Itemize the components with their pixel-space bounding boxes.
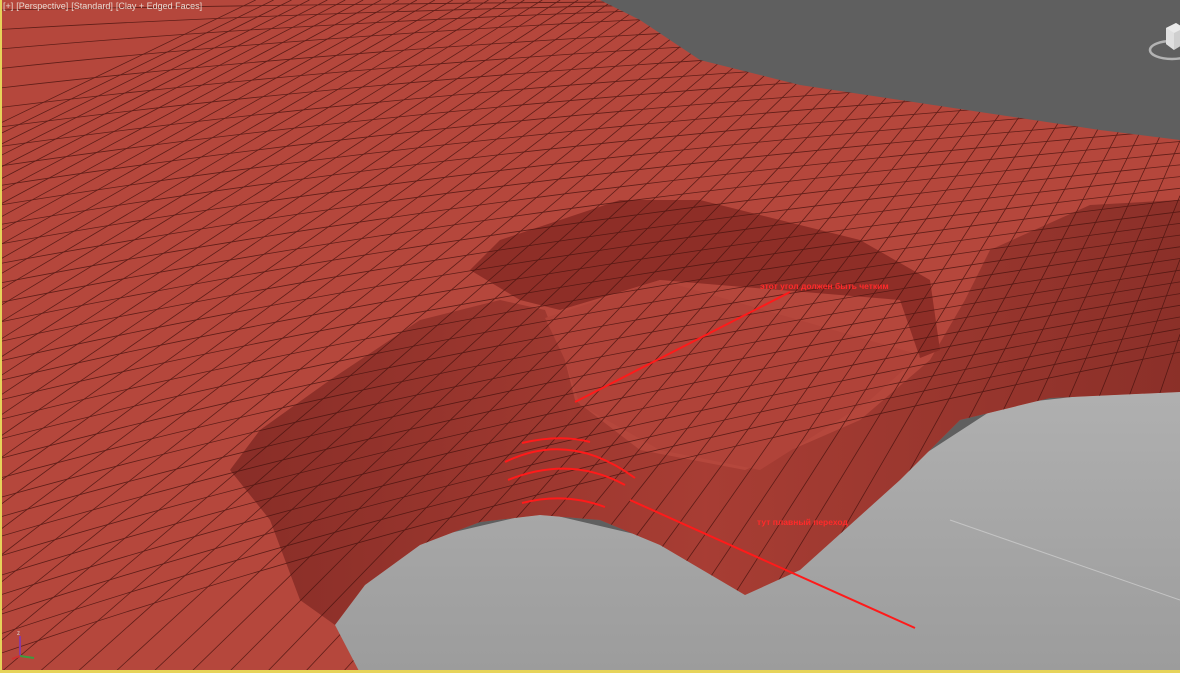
active-viewport-border-left: [0, 0, 2, 673]
axis-gizmo: z: [11, 631, 35, 660]
viewport-label-menu: [+] [Perspective] [Standard] [Clay + Edged …: [3, 1, 205, 11]
viewport-menu-shading[interactable]: [Clay + Edged Faces]: [116, 1, 202, 11]
mesh-scene[interactable]: [0, 0, 1180, 673]
sharp-corner-note: этот угол должен быть четким: [760, 281, 889, 291]
viewport-menu-plus[interactable]: [+]: [3, 1, 13, 11]
z-axis-label: z: [17, 631, 20, 637]
viewcube-icon[interactable]: [1146, 20, 1180, 68]
y-axis: [19, 655, 35, 659]
perspective-viewport[interactable]: [+] [Perspective] [Standard] [Clay + Edged …: [0, 0, 1180, 673]
viewport-menu-perspective[interactable]: [Perspective]: [16, 1, 68, 11]
viewport-menu-standard[interactable]: [Standard]: [71, 1, 113, 11]
smooth-transition-note: тут плавный переход: [757, 517, 848, 527]
x-axis: [11, 655, 21, 660]
